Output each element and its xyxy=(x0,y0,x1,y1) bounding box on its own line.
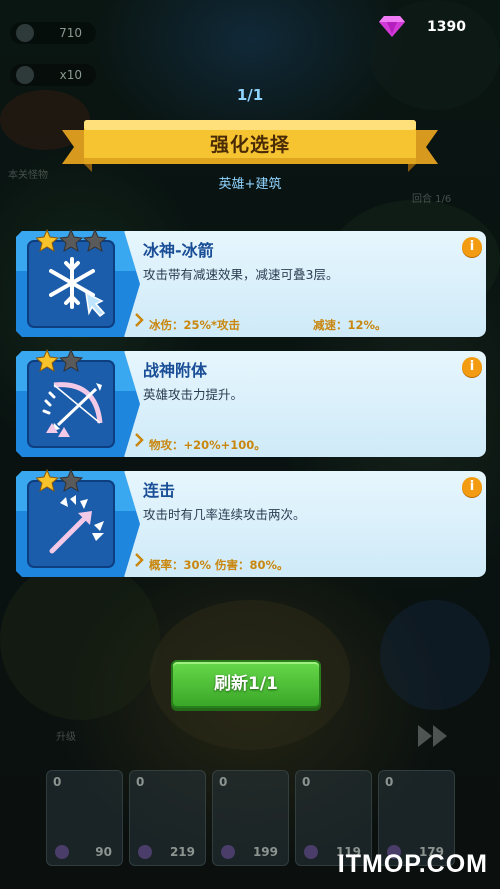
info-icon[interactable]: i xyxy=(462,237,482,257)
card-stat-1: 冰伤：25%*攻击 xyxy=(149,318,241,332)
upgrade-label[interactable]: 升级 xyxy=(56,728,76,743)
watermark: ITMOP.COM xyxy=(337,850,488,878)
upgrade-card-2[interactable]: 战神附体 英雄攻击力提升。 物攻：+20%+100。 i xyxy=(16,348,486,457)
banner-title: 强化选择 xyxy=(209,134,290,156)
slot-count: 0 xyxy=(219,775,228,789)
speed-icon xyxy=(16,66,34,84)
hud-resource-value: 710 xyxy=(59,26,82,40)
coin-icon xyxy=(138,845,152,859)
coin-icon xyxy=(55,845,69,859)
card-description: 英雄攻击力提升。 xyxy=(143,387,244,402)
resource-icon xyxy=(16,24,34,42)
slot-count: 0 xyxy=(302,775,311,789)
card-title: 连击 xyxy=(143,481,176,500)
info-icon[interactable]: i xyxy=(462,477,482,497)
refresh-button[interactable]: 刷新1/1 xyxy=(171,660,321,708)
slot-cost: 199 xyxy=(252,845,278,859)
info-icon[interactable]: i xyxy=(462,357,482,377)
card-stat-2: 减速：12%。 xyxy=(313,318,387,332)
card-stat-1: 概率：30% 伤害：80%。 xyxy=(149,558,289,572)
snowflake-arrow-icon xyxy=(42,253,108,323)
selection-counter: 1/1 xyxy=(236,86,264,104)
gem-counter: 1390 xyxy=(379,10,492,42)
coin-icon xyxy=(221,845,235,859)
hud-speed-pill[interactable]: x10 xyxy=(10,64,96,86)
rarity-stars xyxy=(34,468,86,497)
slot-cost: 219 xyxy=(169,845,195,859)
coin-icon xyxy=(304,845,318,859)
rarity-stars xyxy=(34,228,108,257)
building-slot[interactable]: 0 219 xyxy=(129,770,206,866)
card-stat-1: 物攻：+20%+100。 xyxy=(149,438,266,452)
selection-subtitle: 英雄+建筑 xyxy=(218,177,282,192)
slot-count: 0 xyxy=(53,775,62,789)
slot-cost: 90 xyxy=(95,845,112,859)
card-description: 攻击带有减速效果，减速可叠3层。 xyxy=(143,267,339,282)
gem-value: 1390 xyxy=(427,19,466,35)
title-banner: 强化选择 xyxy=(62,118,438,172)
gem-icon xyxy=(378,14,406,42)
slot-count: 0 xyxy=(385,775,394,789)
round-label: 回合 1/6 xyxy=(412,194,452,205)
hud-resource-pill: 710 xyxy=(10,22,96,44)
building-slot[interactable]: 0 90 xyxy=(46,770,123,866)
card-title: 冰神-冰箭 xyxy=(143,241,214,260)
upgrade-card-3[interactable]: 连击 攻击时有几率连续攻击两次。 概率：30% 伤害：80%。 i xyxy=(16,468,486,577)
building-slot[interactable]: 0 199 xyxy=(212,770,289,866)
slot-count: 0 xyxy=(136,775,145,789)
hud-speed-value: x10 xyxy=(59,68,82,82)
fast-forward-icon[interactable] xyxy=(416,722,450,750)
chevron-right-icon xyxy=(134,432,144,452)
upgrade-card-1[interactable]: 冰神-冰箭 攻击带有减速效果，减速可叠3层。 冰伤：25%*攻击 减速：12%。… xyxy=(16,228,486,337)
chevron-right-icon xyxy=(134,312,144,332)
card-description: 攻击时有几率连续攻击两次。 xyxy=(143,507,306,522)
card-title: 战神附体 xyxy=(143,361,208,380)
double-arrow-icon xyxy=(42,493,108,563)
bow-icon xyxy=(40,371,110,445)
chevron-right-icon xyxy=(134,552,144,572)
rarity-stars xyxy=(34,348,86,377)
